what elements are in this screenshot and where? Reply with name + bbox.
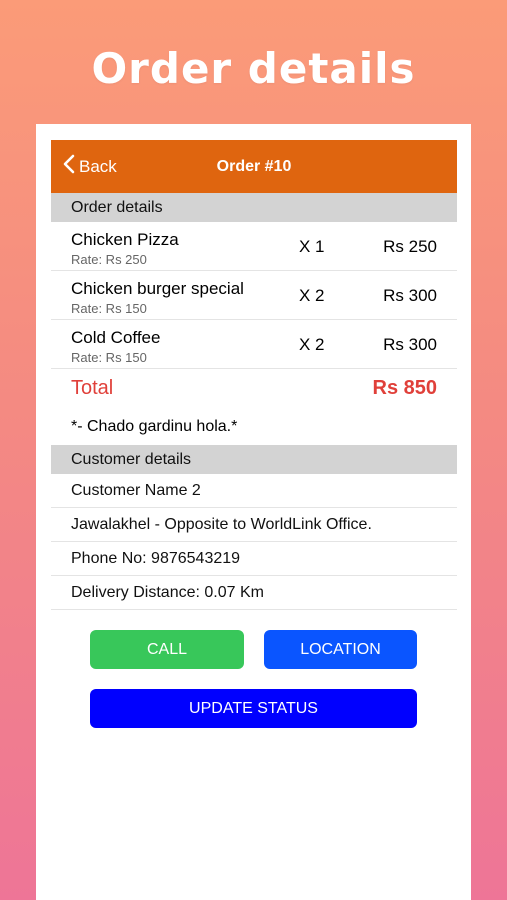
customer-address: Jawalakhel - Opposite to WorldLink Offic…: [51, 508, 457, 542]
item-rate: Rate: Rs 150: [71, 301, 147, 316]
item-price: Rs 300: [383, 335, 437, 354]
location-button[interactable]: LOCATION: [264, 630, 417, 669]
item-name: Chicken burger special: [71, 279, 244, 298]
item-name: Cold Coffee: [71, 328, 161, 347]
order-title: Order #10: [216, 158, 292, 175]
promo-title: Order details: [91, 44, 416, 93]
order-note: *- Chado gardinu hola.*: [71, 418, 238, 435]
customer-phone: Phone No: 9876543219: [51, 542, 457, 576]
item-rate: Rate: Rs 250: [71, 252, 147, 267]
navigation-bar: Back Order #10: [51, 140, 457, 193]
order-item: Chicken burger special Rate: Rs 150 X 2 …: [51, 271, 457, 320]
item-price: Rs 250: [383, 237, 437, 256]
update-status-button[interactable]: UPDATE STATUS: [90, 689, 417, 728]
item-price: Rs 300: [383, 286, 437, 305]
order-item: Cold Coffee Rate: Rs 150 X 2 Rs 300: [51, 320, 457, 369]
item-quantity: X 2: [299, 335, 325, 354]
customer-details-header: Customer details: [51, 445, 457, 474]
item-name: Chicken Pizza: [71, 230, 179, 249]
order-item: Chicken Pizza Rate: Rs 250 X 1 Rs 250: [51, 222, 457, 271]
item-rate: Rate: Rs 150: [71, 350, 147, 365]
order-details-header: Order details: [51, 193, 457, 222]
total-value: Rs 850: [372, 377, 438, 399]
phone-screen: Back Order #10 Order details Chicken Piz…: [36, 124, 471, 900]
item-quantity: X 2: [299, 286, 325, 305]
call-button[interactable]: CALL: [90, 630, 244, 669]
customer-name: Customer Name 2: [51, 474, 457, 508]
item-quantity: X 1: [299, 237, 325, 256]
delivery-distance: Delivery Distance: 0.07 Km: [51, 576, 457, 610]
total-label: Total: [71, 377, 114, 399]
